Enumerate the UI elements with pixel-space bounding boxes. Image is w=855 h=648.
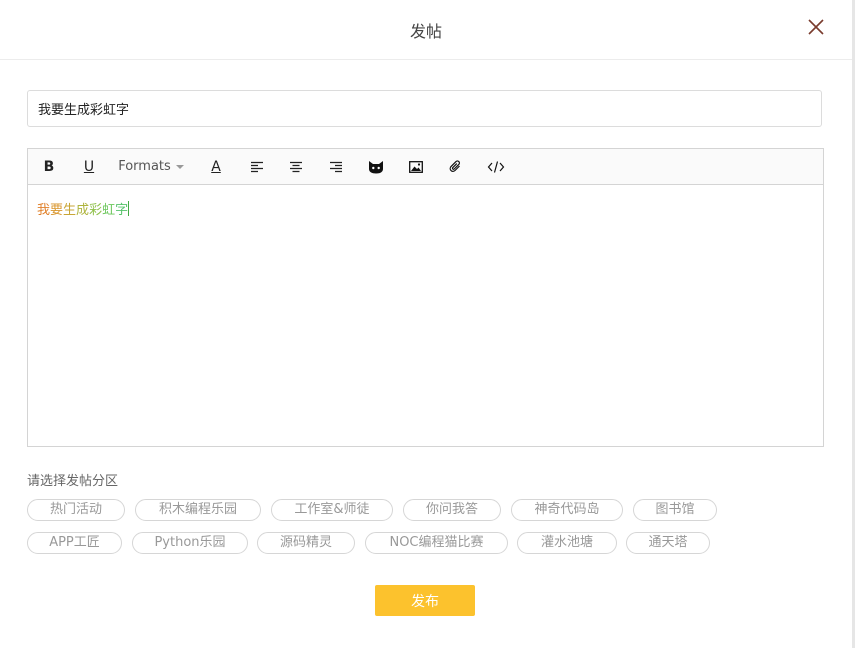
editor-content[interactable]: 我要生成彩虹字 xyxy=(28,185,823,232)
section-tag[interactable]: NOC编程猫比赛 xyxy=(365,532,508,554)
underline-button[interactable]: U xyxy=(78,149,100,184)
rainbow-char: 字 xyxy=(115,203,129,218)
dialog-title: 发帖 xyxy=(409,22,442,41)
align-left-icon xyxy=(251,161,263,172)
insert-image-button[interactable] xyxy=(405,149,427,184)
formats-label: Formats xyxy=(118,159,171,174)
align-center-icon xyxy=(290,161,302,172)
post-title-input[interactable] xyxy=(27,90,822,127)
rainbow-char: 虹 xyxy=(102,203,116,218)
rainbow-char: 成 xyxy=(76,203,90,218)
code-view-button[interactable] xyxy=(485,149,507,184)
section-tag[interactable]: 工作室&师徒 xyxy=(271,499,393,521)
dialog-header: 发帖 xyxy=(0,0,852,60)
cat-emoji-icon xyxy=(369,160,383,173)
section-tag[interactable]: APP工匠 xyxy=(27,532,122,554)
section-tag[interactable]: 积木编程乐园 xyxy=(135,499,261,521)
bold-label: B xyxy=(43,158,55,175)
font-color-button[interactable]: A xyxy=(205,149,227,184)
align-right-button[interactable] xyxy=(325,149,347,184)
rich-text-editor: B U Formats A 我要生成彩虹字 xyxy=(27,148,824,447)
align-center-button[interactable] xyxy=(285,149,307,184)
section-tag[interactable]: 图书馆 xyxy=(633,499,717,521)
chevron-down-icon xyxy=(175,164,184,169)
section-tag[interactable]: 你问我答 xyxy=(403,499,501,521)
emoji-button[interactable] xyxy=(365,149,387,184)
rainbow-text: 我要生成彩虹字 xyxy=(37,203,128,218)
attachment-icon xyxy=(449,159,460,172)
rainbow-char: 我 xyxy=(37,203,51,218)
rainbow-char: 生 xyxy=(63,203,77,218)
section-tag[interactable]: 热门活动 xyxy=(27,499,125,521)
section-tag[interactable]: Python乐园 xyxy=(132,532,248,554)
section-tag[interactable]: 通天塔 xyxy=(626,532,710,554)
close-icon[interactable] xyxy=(806,17,826,37)
attachment-button[interactable] xyxy=(445,149,467,184)
publish-button[interactable]: 发布 xyxy=(375,585,475,616)
image-icon xyxy=(409,160,423,173)
section-tag[interactable]: 源码精灵 xyxy=(257,532,355,554)
align-left-button[interactable] xyxy=(246,149,268,184)
section-tag[interactable]: 灌水池塘 xyxy=(517,532,617,554)
code-icon xyxy=(487,160,505,173)
text-cursor xyxy=(128,201,130,216)
formats-dropdown[interactable]: Formats xyxy=(116,149,186,184)
bold-button[interactable]: B xyxy=(38,149,60,184)
rainbow-char: 彩 xyxy=(89,203,103,218)
section-tag[interactable]: 神奇代码岛 xyxy=(511,499,623,521)
font-color-label: A xyxy=(211,158,221,175)
section-label: 请选择发帖分区 xyxy=(27,474,119,489)
editor-toolbar: B U Formats A xyxy=(28,149,823,185)
align-right-icon xyxy=(330,161,342,172)
rainbow-char: 要 xyxy=(50,203,64,218)
underline-label: U xyxy=(83,158,95,175)
